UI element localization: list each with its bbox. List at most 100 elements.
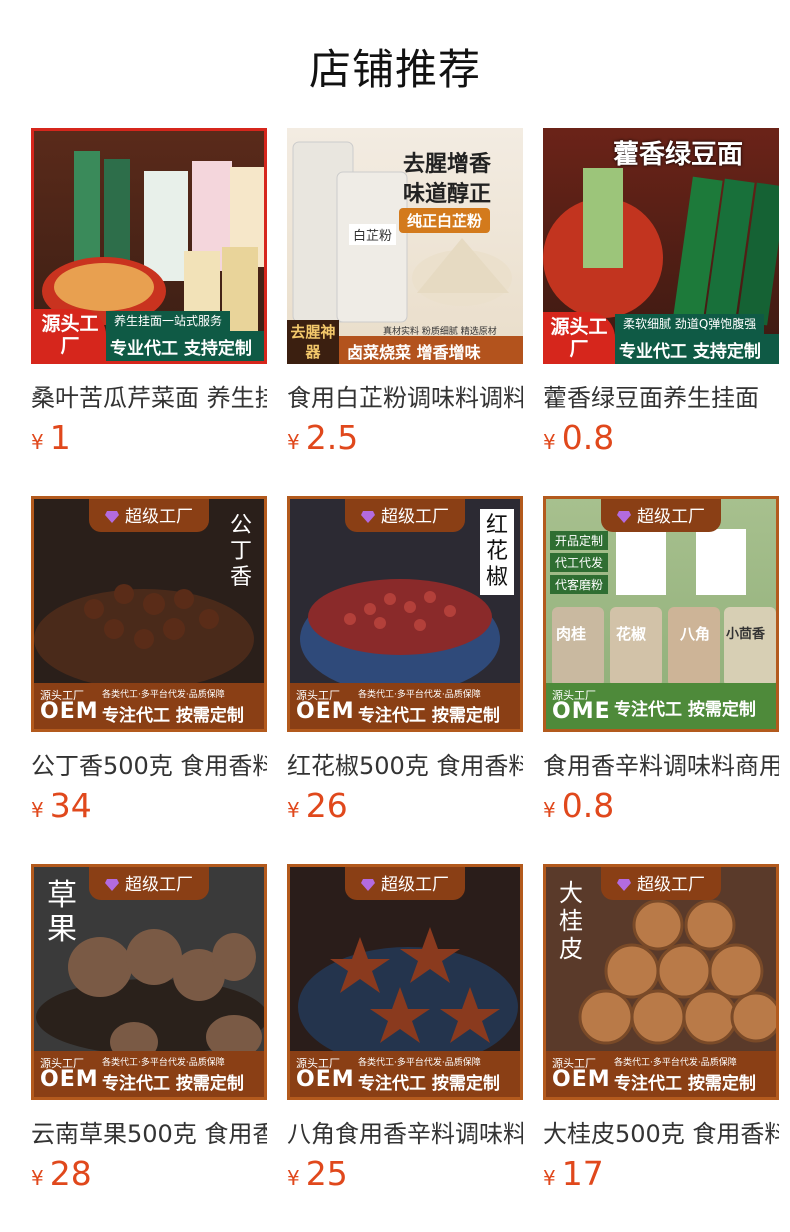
super-factory-banner: 超级工厂: [89, 499, 209, 532]
service-sub: 各类代工·多平台代发·品质保障: [102, 690, 225, 700]
headline: 藿香绿豆面: [613, 140, 744, 170]
currency-symbol: ¥: [543, 1166, 556, 1190]
oem-bar: 源头工厂 OEM 各类代工·多平台代发·品质保障 专注代工 按需定制: [34, 1051, 264, 1097]
super-factory-banner: 超级工厂: [345, 867, 465, 900]
factory-badge: 源头工厂: [34, 309, 106, 361]
headline-2: 味道醇正: [403, 182, 492, 207]
currency-symbol: ¥: [287, 798, 300, 822]
super-factory-banner: 超级工厂: [89, 867, 209, 900]
feature-text: 卤菜烧菜 增香增味: [347, 343, 481, 362]
product-image[interactable]: 养生挂面一站式服务 专业代工 支持定制 源头工厂: [31, 128, 267, 364]
product-price: ¥17: [543, 1154, 604, 1193]
diamond-icon: [105, 511, 119, 523]
diamond-icon: [617, 511, 631, 523]
product-card[interactable]: 超级工厂 开品定制 代工代发 代客磨粉 肉桂 花椒 八角 小茴香 源头工厂 OM…: [543, 496, 779, 825]
badge: 去腥神器: [287, 320, 339, 364]
price-value: 25: [305, 1154, 348, 1193]
product-price: ¥2.5: [287, 418, 358, 457]
diamond-icon: [361, 879, 375, 891]
diamond-icon: [617, 879, 631, 891]
service-tag: 开品定制: [550, 531, 609, 550]
product-image[interactable]: 藿香绿豆面 柔软细腻 劲道Q弹饱腹强 专业代工 支持定制 源头工厂: [543, 128, 779, 364]
service-sub: 各类代工·多平台代发·品质保障: [614, 1058, 737, 1068]
service-sub: 各类代工·多平台代发·品质保障: [358, 690, 481, 700]
currency-symbol: ¥: [543, 430, 556, 454]
oem-label: OME: [552, 699, 611, 724]
product-price: ¥26: [287, 786, 348, 825]
product-name[interactable]: 桑叶苦瓜芹菜面 养生挂面: [31, 378, 267, 413]
price-value: 1: [49, 418, 71, 457]
feature-banner: 柔软细腻 劲道Q弹饱腹强: [615, 314, 765, 334]
product-price: ¥0.8: [543, 418, 614, 457]
diamond-icon: [361, 511, 375, 523]
product-name[interactable]: 云南草果500克 食用香料: [31, 1114, 267, 1149]
price-value: 2.5: [305, 418, 359, 457]
price-value: 0.8: [561, 418, 615, 457]
service-sub: 各类代工·多平台代发·品质保障: [102, 1058, 225, 1068]
jar-label: 肉桂: [556, 625, 587, 643]
banner-label: 超级工厂: [381, 875, 449, 895]
product-vertical-label: 公丁香: [229, 513, 252, 590]
banner-label: 超级工厂: [381, 507, 449, 527]
price-value: 28: [49, 1154, 92, 1193]
oem-bar: 源头工厂 OME 专注代工 按需定制: [546, 683, 776, 729]
product-image[interactable]: 去腥增香 味道醇正 纯正白芷粉 白芷粉 真材实料 粉质细腻 精选原材 卤菜烧菜 …: [287, 128, 523, 364]
super-factory-banner: 超级工厂: [345, 499, 465, 532]
service-tag: 代客磨粉: [550, 575, 609, 594]
product-image[interactable]: 超级工厂 红花椒 源头工厂 OEM 各类代工·多平台代发·品质保障 专注代工 按…: [287, 496, 523, 732]
currency-symbol: ¥: [287, 1166, 300, 1190]
product-card[interactable]: 超级工厂 源头工厂 OEM 各类代工·多平台代发·品质保障 专注代工 按需定制 …: [287, 864, 523, 1193]
product-card[interactable]: 超级工厂 大桂皮 源头工厂 OEM 各类代工·多平台代发·品质保障 专注代工 按…: [543, 864, 779, 1193]
product-image[interactable]: 超级工厂 源头工厂 OEM 各类代工·多平台代发·品质保障 专注代工 按需定制: [287, 864, 523, 1100]
product-name[interactable]: 藿香绿豆面养生挂面: [543, 378, 779, 413]
currency-symbol: ¥: [31, 430, 44, 454]
product-name[interactable]: 食用白芷粉调味料调料: [287, 378, 523, 413]
custom-label: 专注代工 按需定制: [358, 706, 500, 726]
product-name[interactable]: 食用香辛料调味料商用: [543, 746, 779, 781]
product-price: ¥0.8: [543, 786, 614, 825]
product-image[interactable]: 超级工厂 大桂皮 源头工厂 OEM 各类代工·多平台代发·品质保障 专注代工 按…: [543, 864, 779, 1100]
product-price: ¥1: [31, 418, 71, 457]
jar-label: 白芷粉: [349, 224, 397, 245]
banner-label: 超级工厂: [125, 507, 193, 527]
price-value: 26: [305, 786, 348, 825]
service-tag: 代工代发: [550, 553, 609, 572]
product-card[interactable]: 超级工厂 红花椒 源头工厂 OEM 各类代工·多平台代发·品质保障 专注代工 按…: [287, 496, 523, 825]
price-value: 0.8: [561, 786, 615, 825]
oem-label: OEM: [40, 699, 99, 724]
service-banner: 养生挂面一站式服务: [106, 311, 231, 331]
factory-badge: 源头工厂: [543, 312, 615, 364]
product-card[interactable]: 去腥增香 味道醇正 纯正白芷粉 白芷粉 真材实料 粉质细腻 精选原材 卤菜烧菜 …: [287, 128, 523, 457]
service-sub: 各类代工·多平台代发·品质保障: [358, 1058, 481, 1068]
custom-label: 专注代工 按需定制: [614, 1074, 756, 1094]
product-card[interactable]: 超级工厂 公丁香 源头工厂 OEM 各类代工·多平台代发·品质保障 专注代工 按…: [31, 496, 267, 825]
feature-text: 专业代工 支持定制: [619, 342, 761, 362]
product-vertical-label: 红花椒: [480, 509, 514, 595]
product-image[interactable]: 超级工厂 草果 源头工厂 OEM 各类代工·多平台代发·品质保障 专注代工 按需…: [31, 864, 267, 1100]
product-name[interactable]: 大桂皮500克 食用香料: [543, 1114, 779, 1149]
product-price: ¥34: [31, 786, 92, 825]
custom-label: 专注代工 按需定制: [102, 706, 244, 726]
product-image[interactable]: 超级工厂 开品定制 代工代发 代客磨粉 肉桂 花椒 八角 小茴香 源头工厂 OM…: [543, 496, 779, 732]
oem-bar: 源头工厂 OEM 各类代工·多平台代发·品质保障 专注代工 按需定制: [34, 683, 264, 729]
oem-label: OEM: [552, 1067, 611, 1092]
diamond-icon: [105, 879, 119, 891]
banner-label: 超级工厂: [125, 875, 193, 895]
product-tag: 纯正白芷粉: [399, 208, 491, 233]
super-factory-banner: 超级工厂: [601, 499, 721, 532]
custom-label: 专注代工 按需定制: [102, 1074, 244, 1094]
banner-label: 超级工厂: [637, 875, 705, 895]
price-value: 34: [49, 786, 92, 825]
product-card[interactable]: 超级工厂 草果 源头工厂 OEM 各类代工·多平台代发·品质保障 专注代工 按需…: [31, 864, 267, 1193]
product-image[interactable]: 超级工厂 公丁香 源头工厂 OEM 各类代工·多平台代发·品质保障 专注代工 按…: [31, 496, 267, 732]
currency-symbol: ¥: [31, 798, 44, 822]
product-name[interactable]: 红花椒500克 食用香料: [287, 746, 523, 781]
product-card[interactable]: 养生挂面一站式服务 专业代工 支持定制 源头工厂 桑叶苦瓜芹菜面 养生挂面 ¥1: [31, 128, 267, 457]
product-name[interactable]: 八角食用香辛料调味料: [287, 1114, 523, 1149]
jar-label: 小茴香: [726, 627, 766, 642]
oem-label: OEM: [296, 699, 355, 724]
product-card[interactable]: 藿香绿豆面 柔软细腻 劲道Q弹饱腹强 专业代工 支持定制 源头工厂 藿香绿豆面养…: [543, 128, 779, 457]
oem-bar: 源头工厂 OEM 各类代工·多平台代发·品质保障 专注代工 按需定制: [290, 683, 520, 729]
product-name[interactable]: 公丁香500克 食用香料: [31, 746, 267, 781]
feature-text: 专业代工 支持定制: [110, 339, 252, 359]
